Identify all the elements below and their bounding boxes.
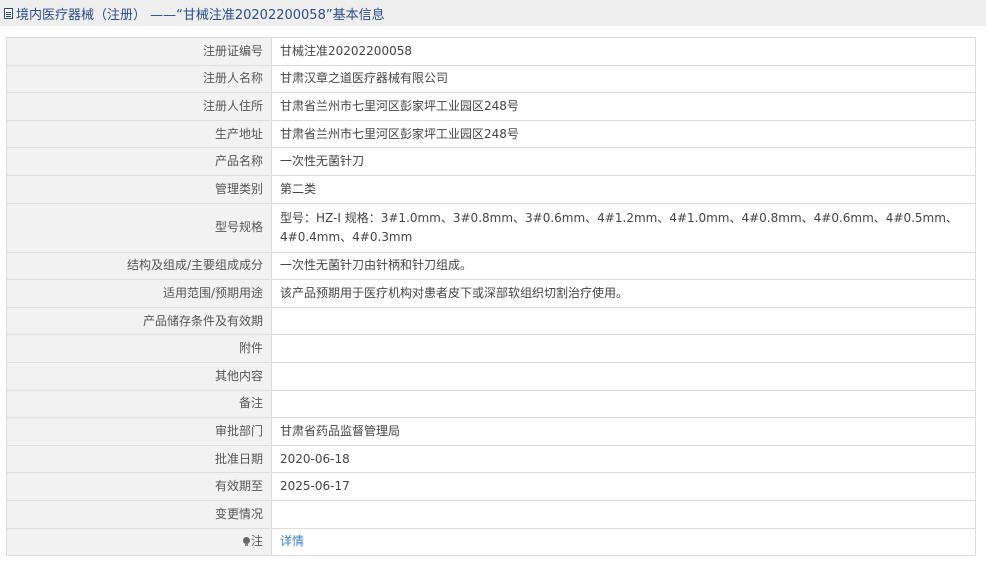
row-label: 注册人名称 — [6, 64, 272, 94]
note-label: 注 — [250, 534, 263, 549]
row-value: 第二类 — [271, 174, 976, 204]
row-label: 注册人住所 — [6, 92, 272, 121]
page-title-bar: 境内医疗器械（注册） ——“甘械注准20202200058”基本信息 — [0, 0, 986, 26]
row-value: 该产品预期用于医疗机构对患者皮下或深部软组织切割治疗使用。 — [271, 279, 976, 308]
row-label: 批准日期 — [6, 444, 272, 474]
table-row: 有效期至 2025-06-17 — [6, 472, 976, 501]
row-value — [271, 361, 976, 391]
table-row: 产品储存条件及有效期 — [6, 306, 976, 336]
table-row: 型号规格 型号：HZ-Ⅰ 规格：3#1.0mm、3#0.8mm、3#0.6mm、… — [6, 202, 976, 253]
table-row: 管理类别 第二类 — [6, 174, 976, 204]
row-label: 注册证编号 — [6, 37, 272, 66]
row-label: 变更情况 — [6, 499, 272, 529]
table-row: 注册人名称 甘肃汉章之道医疗器械有限公司 — [6, 64, 976, 94]
row-value — [271, 306, 976, 336]
row-label: 结构及组成/主要组成成分 — [6, 251, 272, 281]
table-row: 适用范围/预期用途 该产品预期用于医疗机构对患者皮下或深部软组织切割治疗使用。 — [6, 279, 976, 308]
row-label: 其他内容 — [6, 361, 272, 391]
document-icon — [4, 7, 13, 19]
note-label-cell: 注 — [6, 527, 272, 557]
note-row: 注 详情 — [6, 527, 976, 557]
row-value: 2020-06-18 — [271, 444, 976, 474]
row-value: 甘肃省兰州市七里河区彭家坪工业园区248号 — [271, 92, 976, 121]
row-label: 管理类别 — [6, 174, 272, 204]
row-label: 产品名称 — [6, 147, 272, 176]
table-row: 审批部门 甘肃省药品监督管理局 — [6, 417, 976, 446]
row-value: 2025-06-17 — [271, 472, 976, 501]
row-label: 有效期至 — [6, 472, 272, 501]
page-title: 境内医疗器械（注册） ——“甘械注准20202200058”基本信息 — [16, 7, 385, 23]
table-row: 备注 — [6, 389, 976, 419]
table-row: 批准日期 2020-06-18 — [6, 444, 976, 474]
table-row: 产品名称 一次性无菌针刀 — [6, 147, 976, 176]
note-value-cell: 详情 — [271, 527, 976, 557]
table-row: 附件 — [6, 334, 976, 363]
row-value: 一次性无菌针刀 — [271, 147, 976, 176]
row-value: 一次性无菌针刀由针柄和针刀组成。 — [271, 251, 976, 281]
row-label: 产品储存条件及有效期 — [6, 306, 272, 336]
row-value — [271, 334, 976, 363]
table-row: 结构及组成/主要组成成分 一次性无菌针刀由针柄和针刀组成。 — [6, 251, 976, 281]
row-value — [271, 499, 976, 529]
row-value: 甘肃省药品监督管理局 — [271, 417, 976, 446]
row-label: 生产地址 — [6, 119, 272, 149]
row-label: 适用范围/预期用途 — [6, 279, 272, 308]
details-link[interactable]: 详情 — [280, 534, 304, 548]
row-label: 备注 — [6, 389, 272, 419]
table-row: 注册人住所 甘肃省兰州市七里河区彭家坪工业园区248号 — [6, 92, 976, 121]
table-row: 变更情况 — [6, 499, 976, 529]
row-value — [271, 389, 976, 419]
row-label: 审批部门 — [6, 417, 272, 446]
lightbulb-icon — [242, 537, 250, 547]
table-row: 生产地址 甘肃省兰州市七里河区彭家坪工业园区248号 — [6, 119, 976, 149]
row-value: 甘肃汉章之道医疗器械有限公司 — [271, 64, 976, 94]
table-row: 其他内容 — [6, 361, 976, 391]
table-row: 注册证编号 甘械注准20202200058 — [6, 37, 976, 66]
registration-info-table: 注册证编号 甘械注准20202200058 注册人名称 甘肃汉章之道医疗器械有限… — [6, 37, 976, 557]
row-value: 型号：HZ-Ⅰ 规格：3#1.0mm、3#0.8mm、3#0.6mm、4#1.2… — [271, 202, 976, 253]
row-label: 型号规格 — [6, 202, 272, 253]
row-value: 甘械注准20202200058 — [271, 37, 976, 66]
row-value: 甘肃省兰州市七里河区彭家坪工业园区248号 — [271, 119, 976, 149]
row-label: 附件 — [6, 334, 272, 363]
